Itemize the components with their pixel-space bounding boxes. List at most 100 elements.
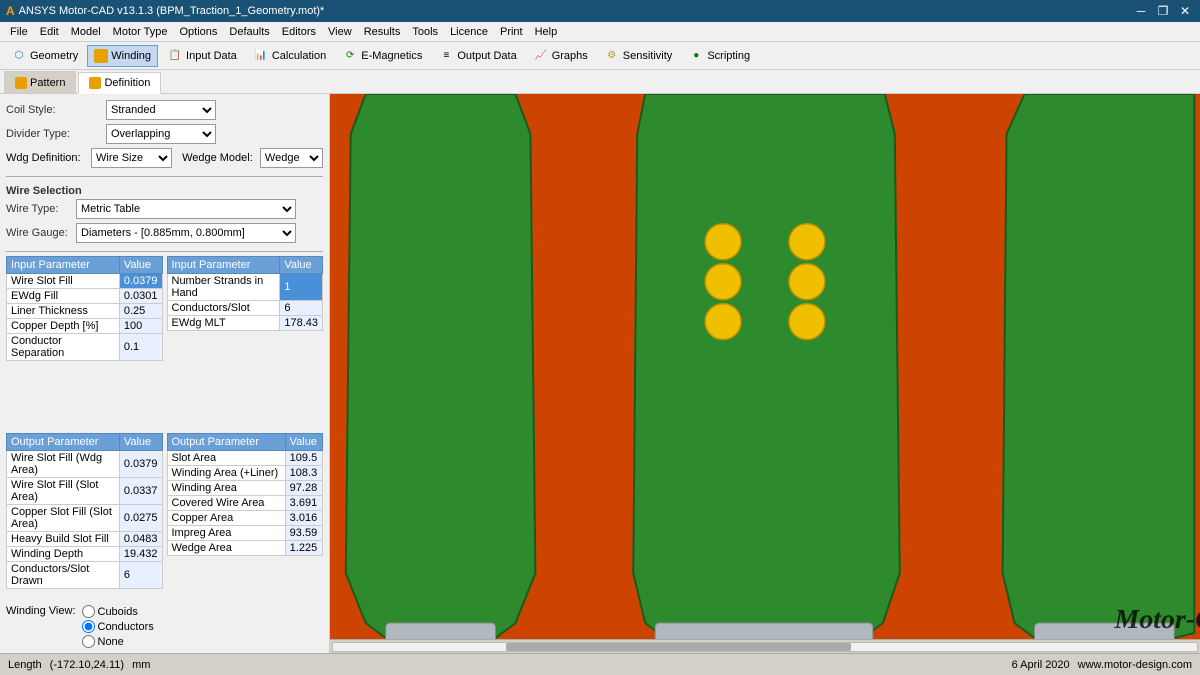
horizontal-scrollbar[interactable]	[330, 639, 1200, 653]
param-ewdg-fill: EWdg Fill	[7, 289, 120, 304]
status-left: Length (-172.10,24.11) mm	[8, 659, 150, 671]
coordinates: (-172.10,24.11)	[50, 659, 124, 671]
out-val-wire-wdg: 0.0379	[119, 451, 162, 478]
menu-print[interactable]: Print	[494, 22, 529, 42]
table-row: Winding Depth 19.432	[7, 547, 163, 562]
out-val-heavy-build: 0.0483	[119, 532, 162, 547]
menu-file[interactable]: File	[4, 22, 34, 42]
toolbar-sensitivity[interactable]: ⚙ Sensitivity	[597, 45, 680, 67]
winding-none-label: None	[98, 636, 124, 648]
toolbar-input-data[interactable]: 📋 Input Data	[160, 45, 244, 67]
winding-cuboids-radio[interactable]	[82, 605, 95, 618]
table-row: Copper Slot Fill (Slot Area) 0.0275	[7, 505, 163, 532]
menu-view[interactable]: View	[322, 22, 358, 42]
out-param-copper-area: Copper Area	[167, 511, 285, 526]
divider-type-row: Divider Type: Overlapping None	[6, 124, 323, 144]
length-label: Length	[8, 659, 42, 671]
toolbar-geometry-label: Geometry	[30, 50, 78, 62]
winding-view: Winding View: Cuboids Conductors None	[6, 605, 323, 650]
motor-svg: Motor-CAD	[330, 94, 1200, 653]
wdg-definition-label: Wdg Definition:	[6, 152, 85, 164]
close-button[interactable]: ✕	[1176, 2, 1194, 20]
tab-pattern[interactable]: Pattern	[4, 71, 76, 93]
out-val-slot-area: 109.5	[285, 451, 322, 466]
logo-text: Motor-CAD	[1113, 604, 1200, 635]
out-param-winding-area-liner: Winding Area (+Liner)	[167, 466, 285, 481]
table-row: Wire Slot Fill (Slot Area) 0.0337	[7, 478, 163, 505]
ansys-icon: A	[6, 4, 15, 18]
restore-button[interactable]: ❐	[1154, 2, 1172, 20]
right-tooth	[1003, 94, 1195, 645]
wdg-definition-row: Wdg Definition: Wire Size Slot Fill Wedg…	[6, 148, 323, 168]
input-param-table-1: Input Parameter Value Wire Slot Fill 0.0…	[6, 256, 163, 361]
wire-type-select[interactable]: Metric Table AWG Table Manual	[76, 199, 296, 219]
coil-style-select[interactable]: Stranded Solid	[106, 100, 216, 120]
menu-options[interactable]: Options	[174, 22, 224, 42]
toolbar-output-data[interactable]: ≡ Output Data	[431, 45, 523, 67]
input-data-icon: 📋	[167, 48, 183, 64]
winding-view-row: Winding View: Cuboids Conductors None	[6, 605, 323, 650]
minimize-button[interactable]: ─	[1132, 2, 1150, 20]
toolbar-scripting[interactable]: ● Scripting	[681, 45, 757, 67]
param-conductor-sep: Conductor Separation	[7, 334, 120, 361]
param-copper-depth: Copper Depth [%]	[7, 319, 120, 334]
tab-strip: Pattern Definition	[0, 70, 1200, 94]
tab-definition[interactable]: Definition	[78, 72, 161, 94]
input-value-header-1: Value	[119, 257, 162, 274]
menu-results[interactable]: Results	[358, 22, 407, 42]
output-table-right: Output Parameter Value Slot Area 109.5 W…	[167, 433, 324, 595]
winding-conductors-radio[interactable]	[82, 620, 95, 633]
output-value-header-2: Value	[285, 434, 322, 451]
winding-none-radio[interactable]	[82, 635, 95, 648]
tab-pattern-label: Pattern	[30, 77, 65, 89]
wire-type-row: Wire Type: Metric Table AWG Table Manual	[6, 199, 323, 219]
input-table-right: Input Parameter Value Number Strands in …	[167, 256, 324, 367]
val-num-strands: 1	[280, 274, 323, 301]
tab-definition-label: Definition	[104, 77, 150, 89]
wedge-model-select[interactable]: Wedge None	[260, 148, 323, 168]
title-bar-controls[interactable]: ─ ❐ ✕	[1132, 2, 1194, 20]
scrollbar-thumb[interactable]	[506, 643, 852, 651]
status-right: 6 April 2020 www.motor-design.com	[1012, 659, 1192, 671]
menu-model[interactable]: Model	[65, 22, 107, 42]
table-row: Wire Slot Fill (Wdg Area) 0.0379	[7, 451, 163, 478]
output-param-header-2: Output Parameter	[167, 434, 285, 451]
scrollbar-track[interactable]	[332, 642, 1198, 652]
out-param-winding-depth: Winding Depth	[7, 547, 120, 562]
divider-type-select[interactable]: Overlapping None	[106, 124, 216, 144]
menu-help[interactable]: Help	[529, 22, 564, 42]
menu-tools[interactable]: Tools	[406, 22, 444, 42]
toolbar-calculation[interactable]: 📊 Calculation	[246, 45, 333, 67]
calculation-icon: 📊	[253, 48, 269, 64]
menu-licence[interactable]: Licence	[444, 22, 494, 42]
toolbar-graphs-label: Graphs	[552, 50, 588, 62]
table-row: Copper Area 3.016	[167, 511, 323, 526]
wire-gauge-row: Wire Gauge: Diameters - [0.885mm, 0.800m…	[6, 223, 323, 243]
winding-none-option[interactable]: None	[82, 635, 154, 648]
table-row: EWdg Fill 0.0301	[7, 289, 163, 304]
menu-motor-type[interactable]: Motor Type	[107, 22, 174, 42]
toolbar-graphs[interactable]: 📈 Graphs	[526, 45, 595, 67]
out-val-winding-area-liner: 108.3	[285, 466, 322, 481]
winding-conductors-option[interactable]: Conductors	[82, 620, 154, 633]
menu-editors[interactable]: Editors	[276, 22, 322, 42]
toolbar-scripting-label: Scripting	[707, 50, 750, 62]
out-val-impreg-area: 93.59	[285, 526, 322, 541]
param-wire-slot-fill: Wire Slot Fill	[7, 274, 120, 289]
wire-gauge-select[interactable]: Diameters - [0.885mm, 0.800mm]	[76, 223, 296, 243]
toolbar-output-data-label: Output Data	[457, 50, 516, 62]
toolbar-winding[interactable]: Winding	[87, 45, 158, 67]
menu-edit[interactable]: Edit	[34, 22, 65, 42]
toolbar-emagnetics[interactable]: ⟳ E-Magnetics	[335, 45, 429, 67]
out-param-copper-slot: Copper Slot Fill (Slot Area)	[7, 505, 120, 532]
wdg-definition-select[interactable]: Wire Size Slot Fill	[91, 148, 172, 168]
table-row: Copper Depth [%] 100	[7, 319, 163, 334]
toolbar-geometry[interactable]: ⬡ Geometry	[4, 45, 85, 67]
output-data-icon: ≡	[438, 48, 454, 64]
menu-defaults[interactable]: Defaults	[223, 22, 275, 42]
output-value-header-1: Value	[119, 434, 162, 451]
input-param-header-1: Input Parameter	[7, 257, 120, 274]
winding-cuboids-option[interactable]: Cuboids	[82, 605, 154, 618]
input-table-left: Input Parameter Value Wire Slot Fill 0.0…	[6, 256, 163, 367]
output-param-table-2: Output Parameter Value Slot Area 109.5 W…	[167, 433, 324, 556]
